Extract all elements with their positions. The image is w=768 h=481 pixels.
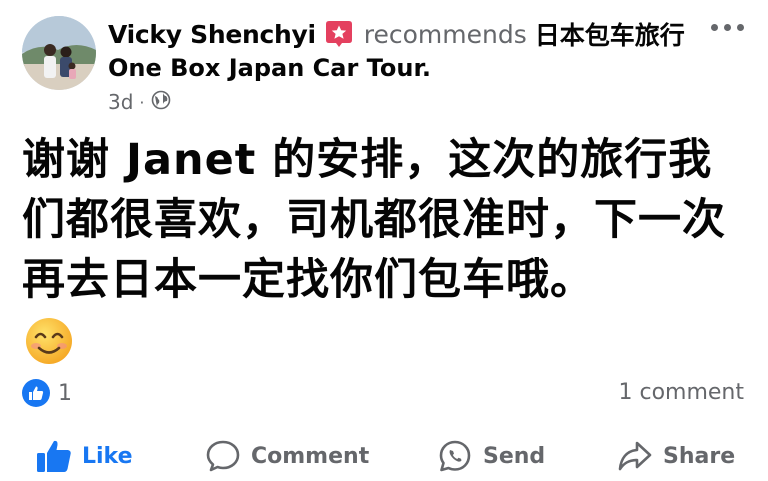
share-button[interactable]: Share	[617, 432, 735, 480]
whatsapp-icon	[439, 440, 471, 472]
post-body-text: 谢谢 Janet 的安排，这次的旅行我们都很喜欢，司机都很准时，下一次再去日本一…	[22, 135, 726, 305]
smiling-face-emoji	[24, 316, 74, 366]
reaction-summary[interactable]: 1	[22, 378, 72, 408]
avatar-photo	[22, 16, 96, 90]
author-name[interactable]: Vicky Shenchyi	[108, 20, 316, 49]
comment-bubble-icon	[206, 440, 240, 472]
share-label: Share	[663, 443, 736, 469]
post-meta: 3d ·	[108, 88, 171, 116]
thumbs-up-icon	[37, 440, 71, 472]
like-button[interactable]: Like	[36, 432, 133, 480]
share-arrow-icon	[618, 441, 652, 471]
comment-button[interactable]: Comment	[205, 432, 369, 480]
post-timestamp[interactable]: 3d	[108, 90, 133, 114]
post-actions-bar: Like Comment Send Share	[0, 432, 768, 480]
like-label: Like	[82, 443, 133, 469]
more-options-icon[interactable]	[711, 24, 744, 31]
comment-label: Comment	[251, 443, 370, 469]
page-name-chinese[interactable]: 日本包车旅行	[535, 16, 685, 52]
recommend-star-badge-icon	[324, 19, 354, 49]
comment-count-link[interactable]: 1 comment	[618, 378, 744, 408]
send-button[interactable]: Send	[437, 432, 545, 480]
like-reaction-icon	[22, 379, 50, 407]
send-label: Send	[483, 443, 546, 469]
reaction-count: 1	[58, 380, 72, 406]
author-avatar[interactable]	[22, 16, 96, 90]
meta-separator: ·	[139, 92, 145, 112]
globe-icon[interactable]	[151, 90, 171, 115]
page-name-english[interactable]: One Box Japan Car Tour.	[108, 54, 431, 82]
recommends-text: recommends	[363, 19, 527, 49]
